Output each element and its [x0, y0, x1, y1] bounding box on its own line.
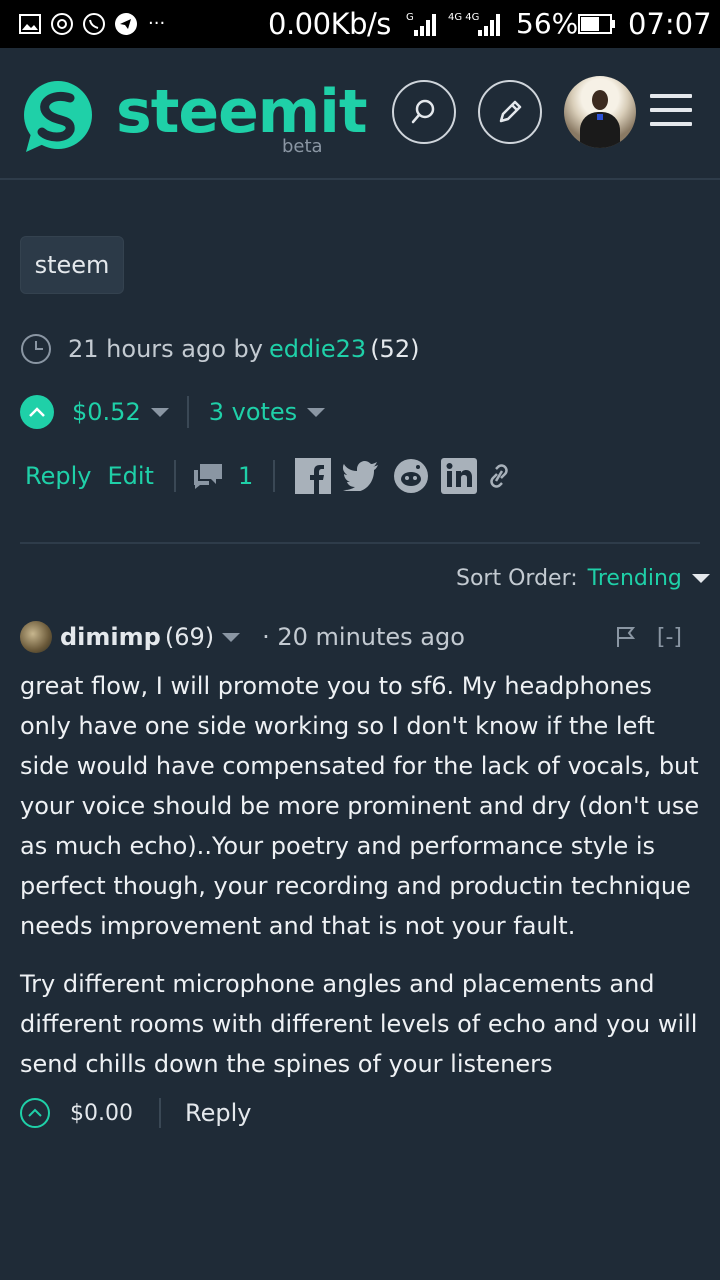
user-avatar[interactable] — [564, 76, 636, 148]
comment-tools: [-] — [615, 618, 682, 656]
facebook-icon[interactable] — [295, 458, 332, 494]
battery-icon — [578, 14, 615, 34]
post-meta: 21 hours ago by eddie23 (52) — [20, 330, 419, 368]
telegram-icon — [114, 12, 138, 36]
post-actions: Reply Edit 1 — [25, 452, 511, 500]
divider — [186, 396, 189, 428]
menu-button[interactable] — [650, 94, 692, 130]
divider — [158, 1098, 161, 1128]
beta-label: beta — [282, 136, 323, 157]
comment-header: dimimp (69) · 20 minutes ago [-] — [20, 618, 700, 656]
comment-time[interactable]: · 20 minutes ago — [262, 623, 465, 651]
submit-story-button[interactable] — [478, 80, 542, 144]
battery-percent: 56% — [516, 7, 579, 40]
post-payout[interactable]: $0.52 — [72, 398, 141, 426]
flag-icon[interactable] — [615, 626, 637, 648]
chevron-up-icon — [29, 407, 45, 417]
clock: 07:07 — [628, 7, 712, 41]
post-time: 21 hours ago by — [68, 335, 263, 363]
signal-sim1-icon: G — [406, 12, 436, 36]
post-author[interactable]: eddie23 — [269, 335, 366, 363]
votes-count[interactable]: 3 votes — [209, 398, 297, 426]
divider — [273, 460, 276, 492]
search-icon — [411, 99, 435, 124]
upvote-button[interactable] — [20, 395, 54, 429]
link-icon[interactable] — [487, 462, 511, 490]
comment-author[interactable]: dimimp — [60, 623, 161, 651]
post-tag[interactable]: steem — [20, 236, 124, 294]
pencil-icon — [499, 100, 522, 123]
svg-text:4G 4G: 4G 4G — [448, 12, 479, 23]
reddit-icon[interactable] — [393, 458, 429, 494]
collapse-toggle[interactable]: [-] — [657, 625, 682, 650]
sort-value[interactable]: Trending — [588, 566, 682, 591]
comment-reply-link[interactable]: Reply — [185, 1099, 251, 1127]
author-dropdown-icon[interactable] — [222, 632, 241, 642]
chevron-up-icon — [28, 1108, 42, 1117]
signal-sim2-icon: 4G 4G — [448, 12, 500, 36]
sort-label: Sort Order: — [456, 565, 578, 591]
chevron-down-icon[interactable] — [691, 573, 710, 583]
gallery-icon — [18, 12, 42, 36]
logo-text[interactable]: steemit — [116, 72, 368, 152]
whatsapp-icon — [82, 12, 106, 36]
comments-icon[interactable] — [192, 462, 224, 490]
app-header: steemit beta — [0, 48, 720, 180]
divider — [173, 460, 176, 492]
payout-dropdown-icon[interactable] — [150, 407, 169, 417]
sync-icon — [50, 12, 74, 36]
linkedin-icon[interactable] — [441, 458, 478, 494]
comment-payout[interactable]: $0.00 — [70, 1101, 133, 1126]
steemit-logo-icon[interactable] — [18, 78, 96, 154]
votes-dropdown-icon[interactable] — [307, 407, 326, 417]
reply-link[interactable]: Reply — [25, 462, 91, 490]
edit-link[interactable]: Edit — [107, 462, 153, 490]
comment-avatar[interactable] — [20, 621, 52, 653]
twitter-icon[interactable] — [343, 461, 379, 491]
notification-icons: ··· — [18, 10, 165, 38]
network-speed: 0.00Kb/s — [268, 7, 391, 41]
comment-upvote-button[interactable] — [20, 1098, 50, 1128]
vote-row: $0.52 3 votes — [20, 392, 326, 432]
clock-icon — [21, 334, 51, 364]
sort-order: Sort Order: Trending — [456, 560, 710, 596]
svg-text:G: G — [406, 12, 414, 23]
search-button[interactable] — [392, 80, 456, 144]
comment-author-reputation: (69) — [164, 623, 215, 651]
more-icon: ··· — [148, 13, 166, 34]
comment-count[interactable]: 1 — [238, 462, 253, 490]
comment-footer: $0.00 Reply — [20, 1094, 251, 1132]
comment-paragraph: Try different microphone angles and plac… — [20, 970, 698, 1078]
status-bar: ··· 0.00Kb/s G 4G 4G 56% 07:07 — [0, 0, 720, 48]
comment-body: great flow, I will promote you to sf6. M… — [20, 666, 704, 1102]
divider — [20, 542, 700, 544]
comment-paragraph: great flow, I will promote you to sf6. M… — [20, 672, 700, 940]
author-reputation: (52) — [370, 335, 420, 363]
